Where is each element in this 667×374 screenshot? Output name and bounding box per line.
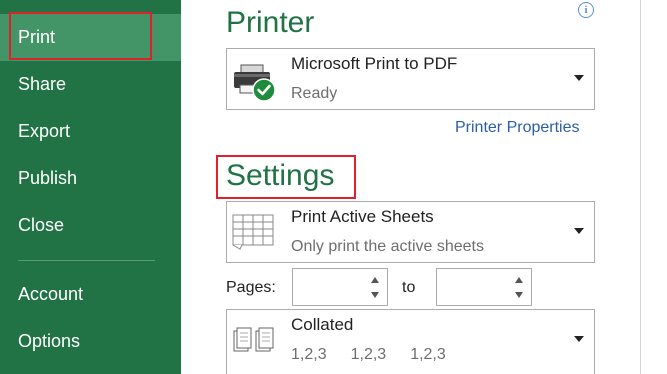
nav-publish[interactable]: Publish [0, 155, 181, 202]
printer-name: Microsoft Print to PDF [291, 54, 458, 73]
nav-print[interactable]: Print [0, 14, 181, 61]
panel-divider [640, 0, 641, 374]
print-scope-title: Print Active Sheets [291, 207, 434, 226]
pages-label: Pages: [226, 279, 276, 296]
info-icon[interactable]: i [578, 2, 594, 18]
sheet-grid-icon [232, 214, 276, 255]
collation-dropdown[interactable]: Collated 1,2,3 1,2,3 1,2,3 [226, 309, 595, 374]
collation-set: 1,2,3 [291, 346, 327, 363]
print-scope-subtitle: Only print the active sheets [291, 238, 484, 255]
printer-properties-link[interactable]: Printer Properties [455, 119, 580, 137]
nav-share[interactable]: Share [0, 61, 181, 108]
nav-close[interactable]: Close [0, 202, 181, 249]
collation-set: 1,2,3 [410, 346, 446, 363]
dropdown-arrow-icon [574, 228, 584, 234]
spin-up-icon[interactable] [371, 277, 379, 283]
pages-from-input[interactable] [292, 268, 388, 306]
nav-export[interactable]: Export [0, 108, 181, 155]
collation-pattern: 1,2,3 1,2,3 1,2,3 [291, 346, 470, 364]
spin-down-icon[interactable] [371, 292, 379, 298]
printer-heading: Printer [226, 6, 315, 39]
collation-set: 1,2,3 [350, 346, 387, 363]
pages-to-label: to [402, 279, 416, 296]
print-scope-dropdown[interactable]: Print Active Sheets Only print the activ… [226, 201, 595, 263]
nav-options[interactable]: Options [0, 318, 181, 365]
collate-icon [233, 326, 277, 361]
dropdown-arrow-icon [574, 75, 584, 81]
printer-dropdown[interactable]: Microsoft Print to PDF Ready [226, 48, 595, 110]
dropdown-arrow-icon [574, 336, 584, 342]
settings-heading: Settings [226, 159, 335, 192]
spin-down-icon[interactable] [515, 292, 523, 298]
spin-up-icon[interactable] [515, 277, 523, 283]
nav-account[interactable]: Account [0, 271, 181, 318]
printer-status: Ready [291, 85, 338, 102]
backstage-sidebar: Print Share Export Publish Close Account… [0, 0, 181, 374]
nav-divider [18, 260, 155, 261]
checkmark-icon [252, 78, 276, 102]
printer-icon [231, 61, 279, 108]
collation-title: Collated [291, 315, 354, 334]
pages-to-input[interactable] [436, 268, 532, 306]
